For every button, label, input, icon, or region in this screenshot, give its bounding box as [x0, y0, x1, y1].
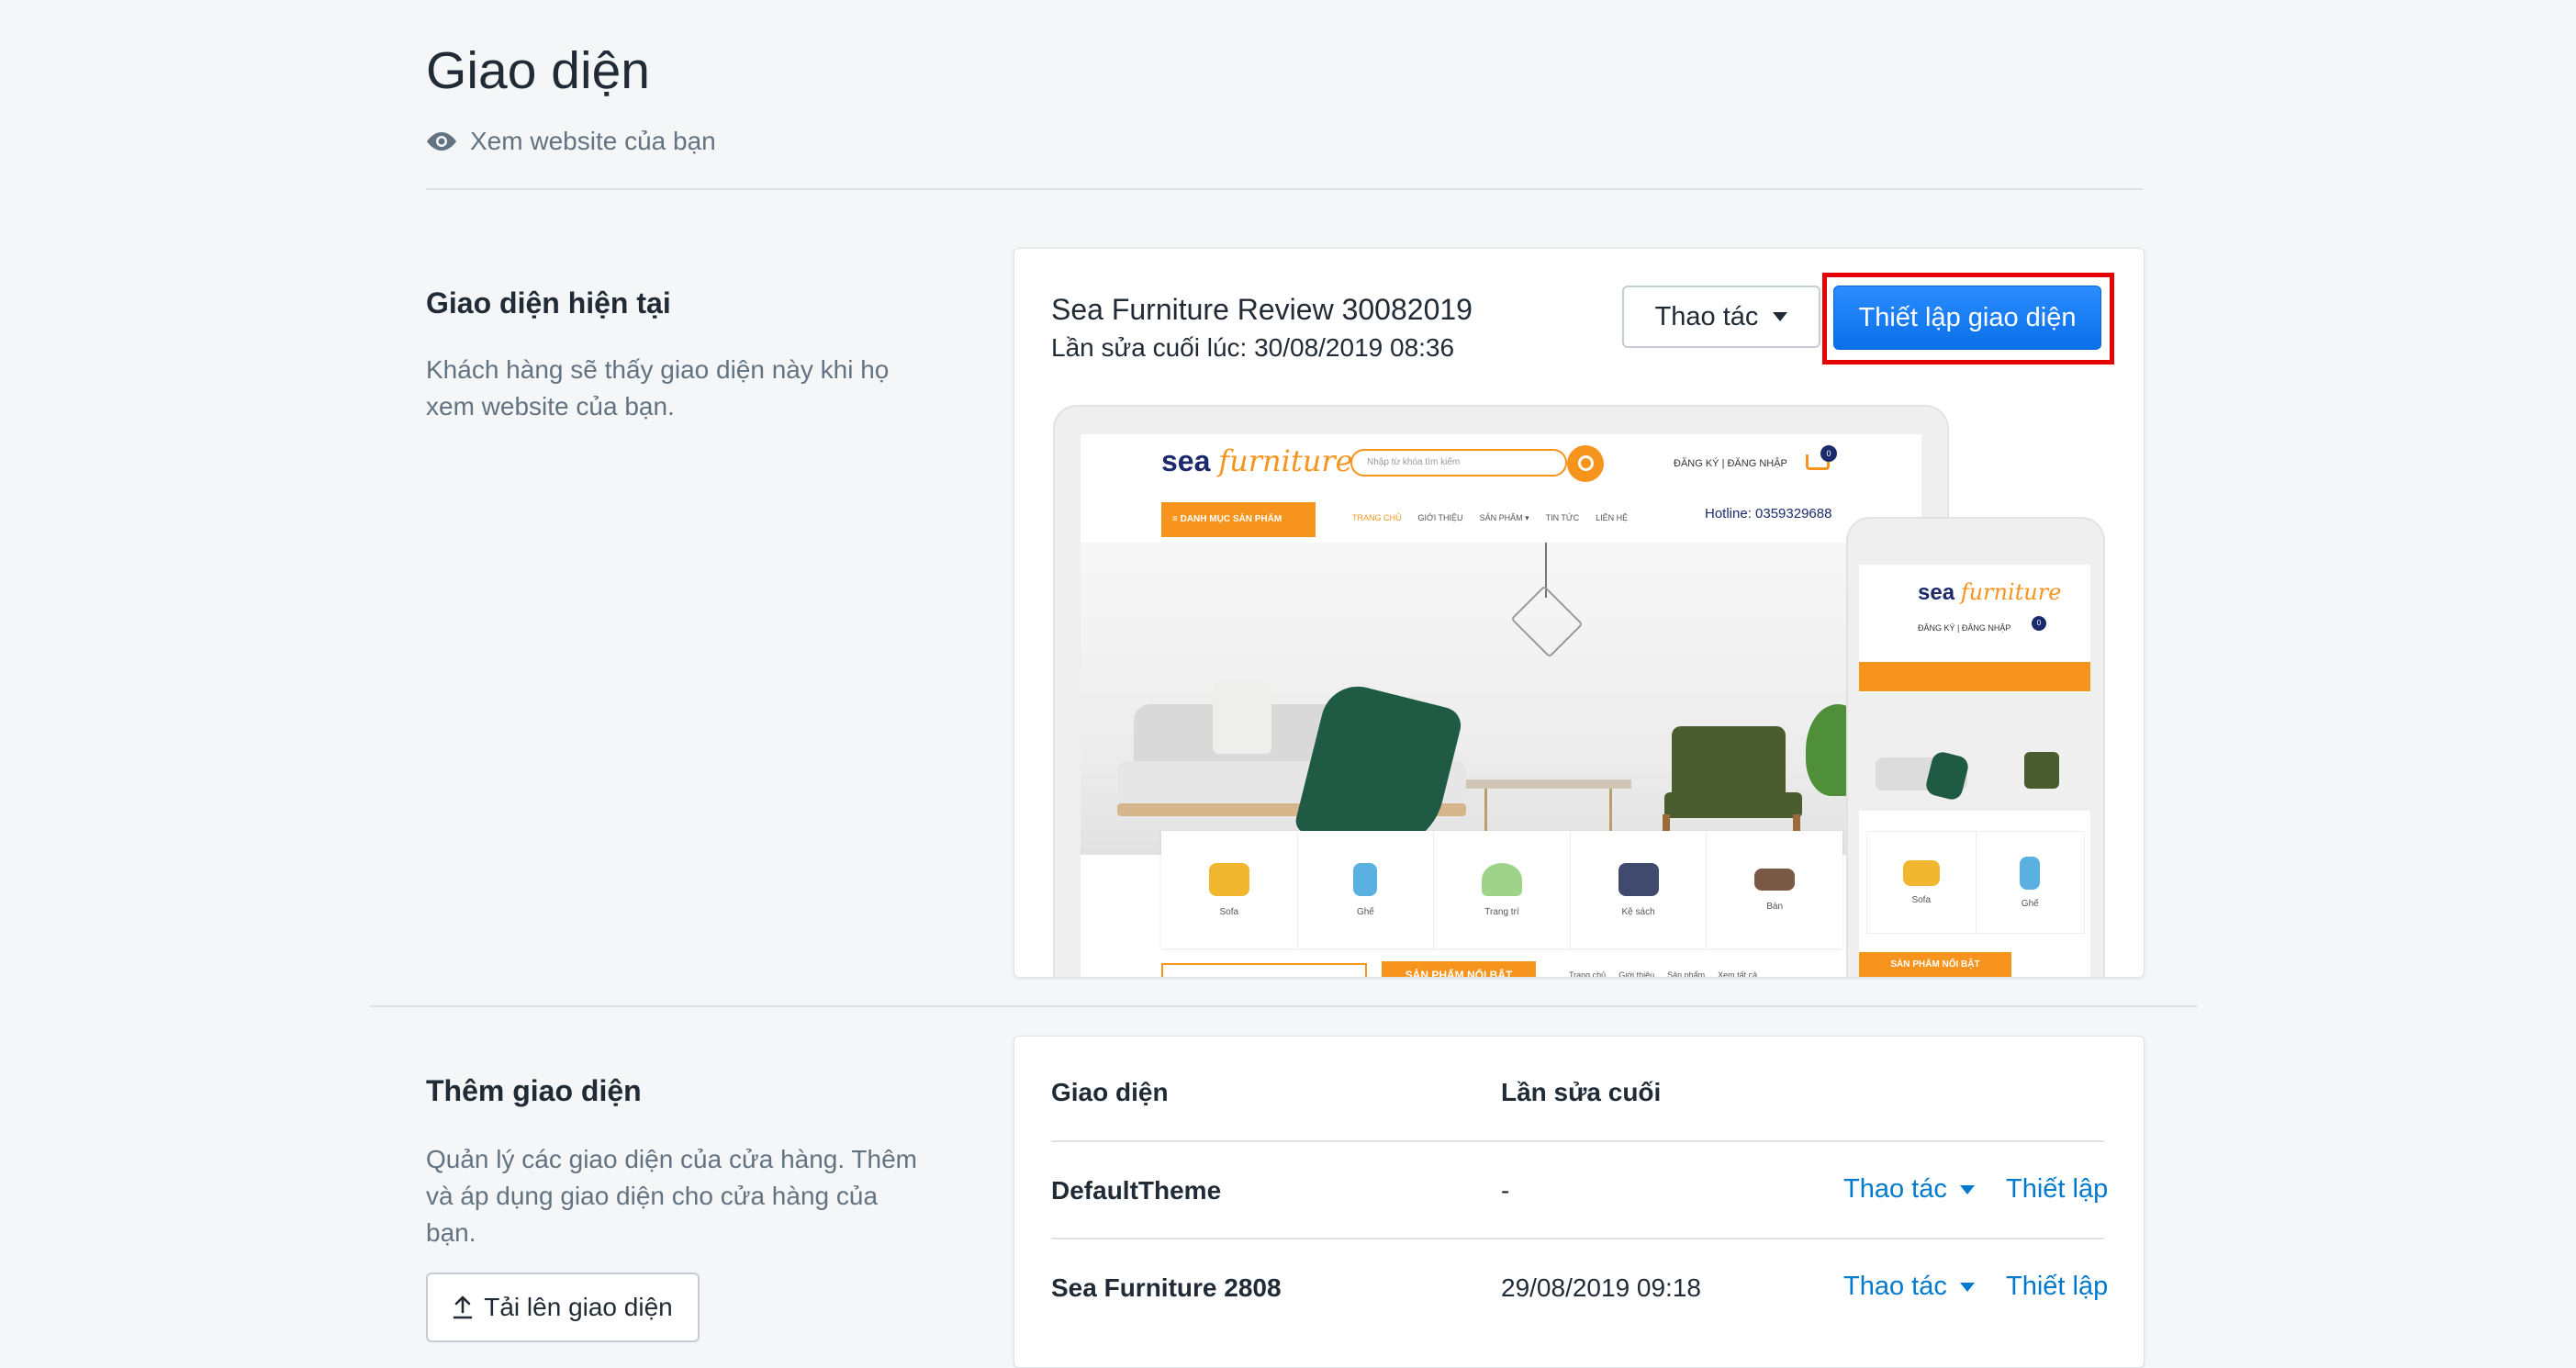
theme-row-actions-dropdown[interactable]: Thao tác: [1843, 1272, 1975, 1302]
mobile-preview-hero: [1859, 693, 2090, 811]
mobile-preview-category: Ghế: [1977, 832, 2085, 933]
caret-down-icon: [1959, 1184, 1975, 1194]
mobile-preview-featured: SẢN PHẨM NỔI BẬT: [1859, 952, 2011, 977]
mobile-preview-auth: ĐĂNG KÝ | ĐĂNG NHẬP: [1918, 623, 2011, 633]
eye-icon: [427, 132, 456, 151]
upload-theme-button[interactable]: Tải lên giao diện: [426, 1273, 700, 1342]
page-title: Giao diện: [426, 41, 651, 100]
preview-tab: Giới thiệu: [1618, 970, 1655, 978]
theme-row-actions-label: Thao tác: [1843, 1272, 1947, 1301]
current-theme-name: Sea Furniture Review 30082019: [1051, 293, 1473, 326]
table-icon: [1754, 868, 1796, 891]
preview-nav: TRANG CHỦ GIỚI THIỆU SẢN PHẨM ▾ TIN TỨC …: [1352, 513, 1628, 523]
column-header-theme: Giao diện: [1051, 1078, 1169, 1106]
mobile-preview-category: Sofa: [1867, 832, 1977, 933]
chair-icon: [1353, 862, 1378, 896]
upload-icon: [453, 1295, 473, 1319]
current-theme-card: Sea Furniture Review 30082019 Lần sửa cu…: [1014, 248, 2145, 978]
preview-category-label: Kệ sách: [1621, 906, 1655, 917]
preview-nav-item: TIN TỨC: [1545, 513, 1580, 522]
preview-category: Bàn: [1707, 831, 1842, 948]
theme-row-edited: -: [1501, 1176, 1510, 1205]
row-divider: [1051, 1140, 2104, 1142]
theme-row-edited: 29/08/2019 09:18: [1501, 1273, 1701, 1302]
theme-row-name: Sea Furniture 2808: [1051, 1273, 1282, 1302]
section-divider: [369, 1005, 2198, 1007]
preview-tab: Trang chủ: [1569, 970, 1607, 978]
preview-auth-links: ĐĂNG KÝ | ĐĂNG NHẬP: [1674, 458, 1787, 469]
preview-category-label: Sofa: [1219, 906, 1239, 917]
preview-category-label: Trang trí: [1484, 906, 1519, 917]
preview-cart-count: 0: [1820, 445, 1837, 462]
mobile-preview-categories: Sofa Ghế: [1866, 831, 2085, 934]
desktop-preview: sea furniture Nhập từ khóa tìm kiếm ĐĂNG…: [1053, 405, 1949, 978]
preview-logo: sea furniture: [1161, 443, 1353, 478]
current-theme-title: Giao diện hiện tại: [426, 286, 671, 320]
preview-category: Kệ sách: [1571, 831, 1708, 948]
chair-icon: [2020, 856, 2041, 890]
theme-actions-dropdown[interactable]: Thao tác: [1622, 286, 1820, 348]
sofa-icon: [1902, 859, 1940, 886]
column-header-last-edited: Lần sửa cuối: [1501, 1078, 1662, 1106]
caret-down-icon: [1959, 1282, 1975, 1292]
current-theme-last-edited: Lần sửa cuối lúc: 30/08/2019 08:36: [1051, 333, 1455, 362]
preview-nav-item: LIÊN HỆ: [1596, 513, 1629, 522]
theme-row-actions-dropdown[interactable]: Thao tác: [1843, 1174, 1975, 1205]
customize-theme-button[interactable]: Thiết lập giao diện: [1833, 286, 2101, 350]
preview-nav-item: SẢN PHẨM ▾: [1479, 513, 1529, 522]
mobile-preview: sea furniture ĐĂNG KÝ | ĐĂNG NHẬP 0 Sofa…: [1846, 517, 2105, 977]
upload-theme-label: Tải lên giao diện: [484, 1293, 673, 1321]
preview-tab: Xem tất cả: [1718, 970, 1758, 978]
sofa-icon: [1208, 862, 1249, 896]
preview-featured-heading: SẢN PHẨM NỔI BẬT: [1382, 961, 1536, 977]
preview-search-icon: [1567, 445, 1604, 482]
add-theme-title: Thêm giao diện: [426, 1074, 642, 1107]
preview-nav-item: GIỚI THIỆU: [1417, 513, 1463, 522]
theme-row-actions-label: Thao tác: [1843, 1174, 1947, 1204]
mobile-preview-menu-bar: [1859, 662, 2090, 691]
preview-tab: Sản phẩm: [1667, 970, 1706, 978]
preview-subscribe-box: [1161, 963, 1367, 977]
mobile-preview-category-label: Sofa: [1911, 894, 1932, 905]
preview-category-label: Bàn: [1766, 901, 1784, 912]
theme-actions-label: Thao tác: [1654, 301, 1759, 331]
mobile-preview-category-label: Ghế: [2021, 898, 2039, 909]
current-theme-description: Khách hàng sẽ thấy giao diện này khi họ …: [426, 355, 890, 420]
preview-search: Nhập từ khóa tìm kiếm: [1350, 449, 1567, 477]
lamp-icon: [1481, 862, 1522, 896]
preview-category: Ghế: [1298, 831, 1435, 948]
preview-category: Trang trí: [1434, 831, 1571, 948]
preview-tabs: Trang chủ Giới thiệu Sản phẩm Xem tất cả: [1569, 970, 1758, 978]
preview-hero-image: [1081, 543, 1921, 877]
theme-row-name: DefaultTheme: [1051, 1176, 1222, 1205]
preview-hotline: Hotline: 0359329688: [1705, 506, 1832, 521]
bookshelf-icon: [1618, 862, 1659, 896]
mobile-preview-screen: sea furniture ĐĂNG KÝ | ĐĂNG NHẬP 0 Sofa…: [1859, 565, 2090, 977]
row-divider: [1051, 1238, 2104, 1239]
preview-nav-item: TRANG CHỦ: [1352, 513, 1402, 522]
preview-category-label: Ghế: [1356, 906, 1374, 917]
preview-category-button: ≡ DANH MỤC SẢN PHẨM: [1161, 502, 1316, 537]
theme-row-customize-link[interactable]: Thiết lập: [2006, 1272, 2108, 1302]
view-website-link[interactable]: Xem website của bạn: [426, 127, 716, 156]
mobile-preview-cart-count: 0: [2032, 616, 2046, 631]
preview-category: Sofa: [1161, 831, 1298, 948]
view-website-label: Xem website của bạn: [470, 127, 716, 155]
caret-down-icon: [1773, 312, 1788, 321]
theme-row-customize-link[interactable]: Thiết lập: [2006, 1174, 2108, 1205]
desktop-preview-screen: sea furniture Nhập từ khóa tìm kiếm ĐĂNG…: [1081, 434, 1921, 978]
add-theme-description: Quản lý các giao diện của cửa hàng. Thêm…: [426, 1145, 917, 1247]
divider: [426, 188, 2143, 190]
preview-category-strip: Sofa Ghế Trang trí Kệ sách Bàn: [1161, 831, 1842, 948]
mobile-preview-logo: sea furniture: [1918, 579, 2062, 605]
